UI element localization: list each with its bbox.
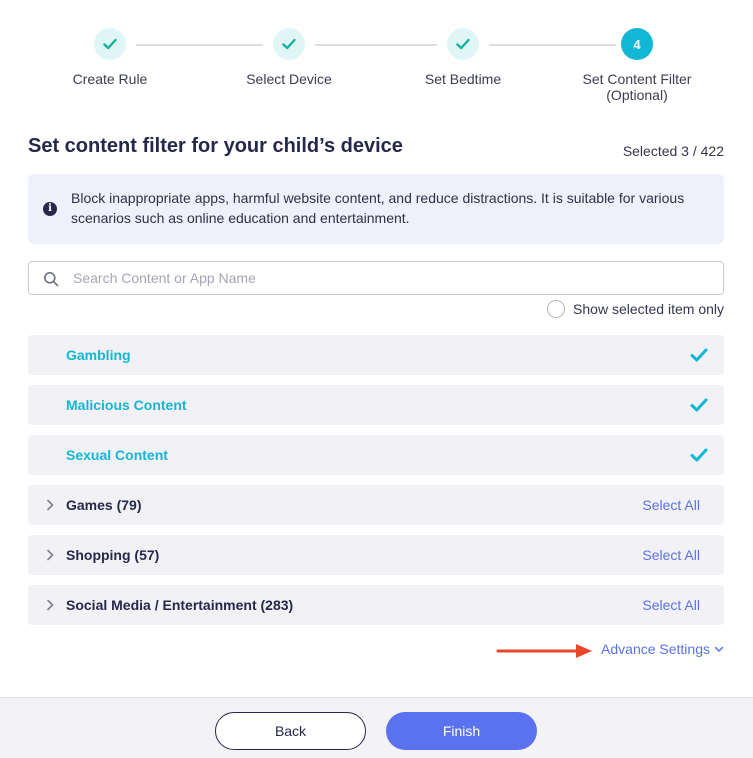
search-box[interactable] bbox=[28, 261, 724, 295]
annotation-arrow-icon bbox=[496, 644, 592, 658]
select-all-button[interactable]: Select All bbox=[642, 597, 700, 613]
step-set-content-filter: 4 Set Content Filter (Optional) bbox=[567, 28, 707, 103]
chevron-down-icon bbox=[714, 646, 724, 652]
step-label: Select Device bbox=[246, 71, 332, 87]
step-label-line2: (Optional) bbox=[606, 87, 668, 103]
check-icon bbox=[94, 28, 126, 60]
category-row-gambling[interactable]: Gambling bbox=[28, 335, 724, 375]
check-icon[interactable] bbox=[690, 347, 708, 363]
category-row-games[interactable]: Games (79) Select All bbox=[28, 485, 724, 525]
step-label: Create Rule bbox=[72, 71, 148, 87]
select-all-button[interactable]: Select All bbox=[642, 497, 700, 513]
footer-bar: Back Finish bbox=[0, 697, 753, 758]
check-icon[interactable] bbox=[690, 397, 708, 413]
finish-button[interactable]: Finish bbox=[386, 712, 537, 750]
page-title: Set content filter for your child’s devi… bbox=[28, 135, 403, 157]
category-label: Sexual Content bbox=[66, 447, 168, 463]
info-icon: i bbox=[43, 202, 57, 216]
category-label: Games (79) bbox=[66, 497, 142, 513]
chevron-right-icon[interactable] bbox=[44, 599, 56, 611]
selected-count: Selected 3 / 422 bbox=[622, 143, 724, 159]
back-button[interactable]: Back bbox=[215, 712, 366, 750]
chevron-right-icon[interactable] bbox=[44, 499, 56, 511]
category-row-malicious-content[interactable]: Malicious Content bbox=[28, 385, 724, 425]
search-icon bbox=[44, 272, 59, 287]
select-all-button[interactable]: Select All bbox=[642, 547, 700, 563]
category-row-shopping[interactable]: Shopping (57) Select All bbox=[28, 535, 724, 575]
step-label-line1: Set Content Filter bbox=[582, 71, 692, 87]
advance-settings-label: Advance Settings bbox=[601, 641, 710, 657]
category-label: Gambling bbox=[66, 347, 131, 363]
check-icon bbox=[273, 28, 305, 60]
info-text: Block inappropriate apps, harmful websit… bbox=[71, 190, 685, 226]
stepper: Create Rule Select Device Set Bedtime 4 … bbox=[0, 0, 753, 110]
info-banner: i Block inappropriate apps, harmful webs… bbox=[28, 174, 724, 244]
show-selected-toggle[interactable]: Show selected item only bbox=[547, 300, 724, 318]
category-label: Social Media / Entertainment (283) bbox=[66, 597, 294, 613]
check-icon bbox=[447, 28, 479, 60]
step-create-rule: Create Rule bbox=[40, 28, 180, 87]
step-label: Set Content Filter (Optional) bbox=[567, 71, 707, 103]
check-icon[interactable] bbox=[690, 447, 708, 463]
category-row-sexual-content[interactable]: Sexual Content bbox=[28, 435, 724, 475]
step-number: 4 bbox=[621, 28, 653, 60]
step-label: Set Bedtime bbox=[424, 71, 502, 87]
advance-settings-link[interactable]: Advance Settings bbox=[601, 641, 724, 657]
step-select-device: Select Device bbox=[219, 28, 359, 87]
show-selected-radio[interactable] bbox=[547, 300, 566, 318]
chevron-right-icon[interactable] bbox=[44, 549, 56, 561]
category-label: Malicious Content bbox=[66, 397, 187, 413]
show-selected-label: Show selected item only bbox=[573, 301, 724, 317]
category-row-social-media[interactable]: Social Media / Entertainment (283) Selec… bbox=[28, 585, 724, 625]
step-set-bedtime: Set Bedtime bbox=[393, 28, 533, 87]
search-input[interactable] bbox=[73, 262, 713, 294]
category-label: Shopping (57) bbox=[66, 547, 160, 563]
